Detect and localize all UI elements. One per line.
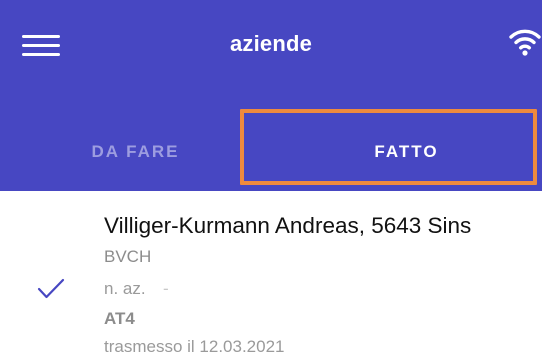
tab-label: DA FARE	[91, 142, 180, 161]
tab-fatto[interactable]: FATTO	[271, 89, 542, 191]
tab-da-fare[interactable]: DA FARE	[0, 89, 271, 191]
company-name: Villiger-Kurmann Andreas, 5643 Sins	[104, 213, 472, 238]
tab-label: FATTO	[374, 142, 439, 161]
tab-bar: DA FARE FATTO	[0, 89, 542, 191]
organization-label: BVCH	[104, 247, 152, 266]
sent-date: trasmesso il 12.03.2021	[104, 337, 285, 353]
page-title: aziende	[229, 31, 313, 56]
wifi-icon	[509, 29, 541, 56]
code-label: AT4	[104, 309, 135, 328]
company-number-value: -	[163, 279, 169, 298]
top-app-bar: aziende	[0, 0, 542, 89]
app-screen: aziende DA FARE FATTO Villiger-Kurmann A…	[0, 0, 542, 353]
checkmark-icon	[37, 278, 65, 299]
company-number-label: n. az.	[104, 279, 146, 298]
